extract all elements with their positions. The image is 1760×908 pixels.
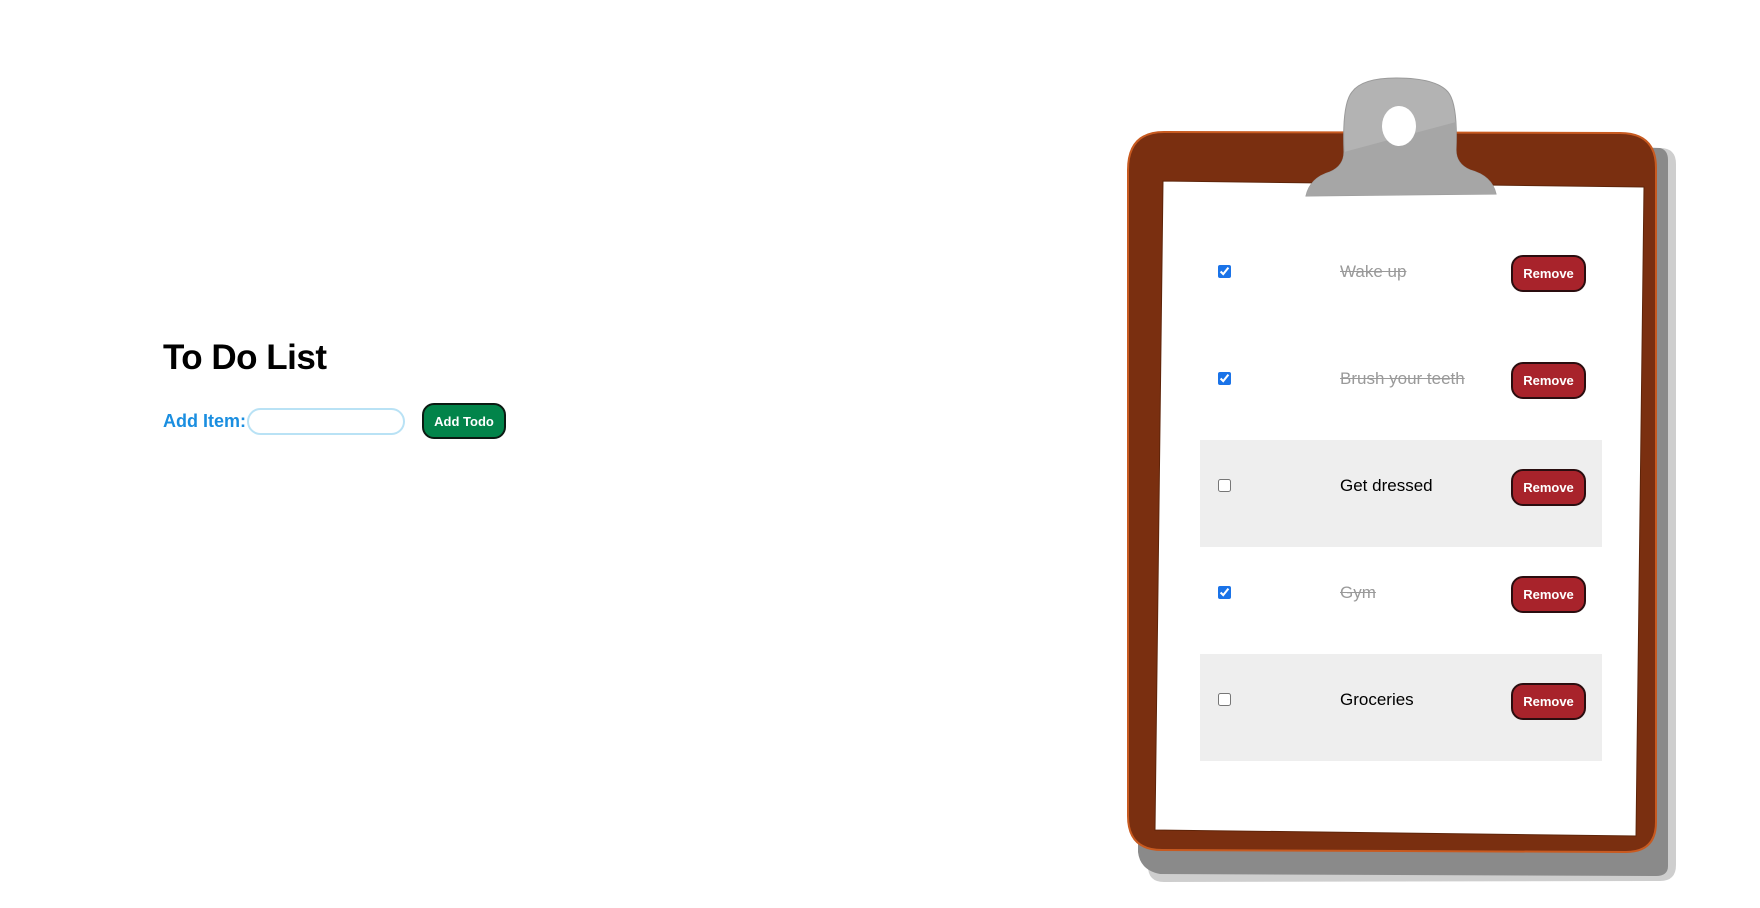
todo-checkbox[interactable] (1218, 586, 1231, 599)
todo-text: Gym (1340, 583, 1376, 602)
todo-item: Groceries Remove (1200, 654, 1602, 761)
todo-item: Get dressed Remove (1200, 440, 1602, 547)
remove-button[interactable]: Remove (1511, 255, 1586, 292)
todo-app-page: To Do List Add Item: Add Todo Wake up Re… (0, 0, 1760, 908)
todo-text: Get dressed (1340, 476, 1433, 495)
remove-button[interactable]: Remove (1511, 469, 1586, 506)
todo-checkbox[interactable] (1218, 693, 1231, 706)
clipboard-clip-hole (1382, 106, 1416, 146)
todo-text: Groceries (1340, 690, 1414, 709)
remove-button[interactable]: Remove (1511, 576, 1586, 613)
todo-checkbox[interactable] (1218, 372, 1231, 385)
remove-button[interactable]: Remove (1511, 362, 1586, 399)
todo-checkbox[interactable] (1218, 265, 1231, 278)
todo-item: Wake up Remove (1200, 226, 1602, 333)
todo-list: Wake up Remove Brush your teeth Remove G… (1200, 226, 1602, 761)
todo-text: Brush your teeth (1340, 369, 1465, 388)
todo-item: Gym Remove (1200, 547, 1602, 654)
todo-item: Brush your teeth Remove (1200, 333, 1602, 440)
todo-text: Wake up (1340, 262, 1407, 281)
remove-button[interactable]: Remove (1511, 683, 1586, 720)
todo-checkbox[interactable] (1218, 479, 1231, 492)
